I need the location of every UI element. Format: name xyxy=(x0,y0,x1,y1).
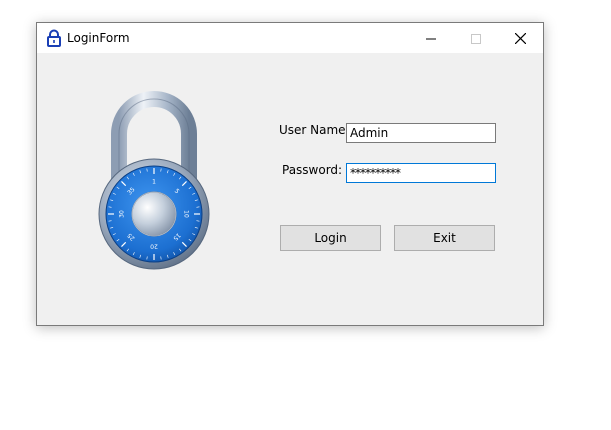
close-button[interactable] xyxy=(498,23,543,53)
username-input[interactable] xyxy=(346,123,496,143)
login-button[interactable]: Login xyxy=(280,225,381,251)
dial-number: 10 xyxy=(183,210,190,218)
password-input[interactable] xyxy=(346,163,496,183)
username-label: User Name: xyxy=(279,123,350,137)
minimize-button[interactable] xyxy=(408,23,453,53)
dial-number: 30 xyxy=(119,210,126,218)
dial-number: 1 xyxy=(152,179,156,186)
lock-icon xyxy=(46,29,62,47)
password-label: Password: xyxy=(282,163,343,177)
title-bar[interactable]: LoginForm xyxy=(37,23,543,53)
exit-button[interactable]: Exit xyxy=(394,225,495,251)
padlock-image: 1 5 10 15 20 25 30 35 xyxy=(97,89,212,277)
login-form-window: LoginForm 1 5 10 15 20 25 30 35 User Nam… xyxy=(36,22,544,326)
minimize-icon xyxy=(425,29,436,48)
close-icon xyxy=(514,29,527,48)
maximize-icon xyxy=(470,29,481,48)
dial-number: 20 xyxy=(150,243,158,250)
maximize-button[interactable] xyxy=(453,23,498,53)
window-title: LoginForm xyxy=(67,31,130,45)
